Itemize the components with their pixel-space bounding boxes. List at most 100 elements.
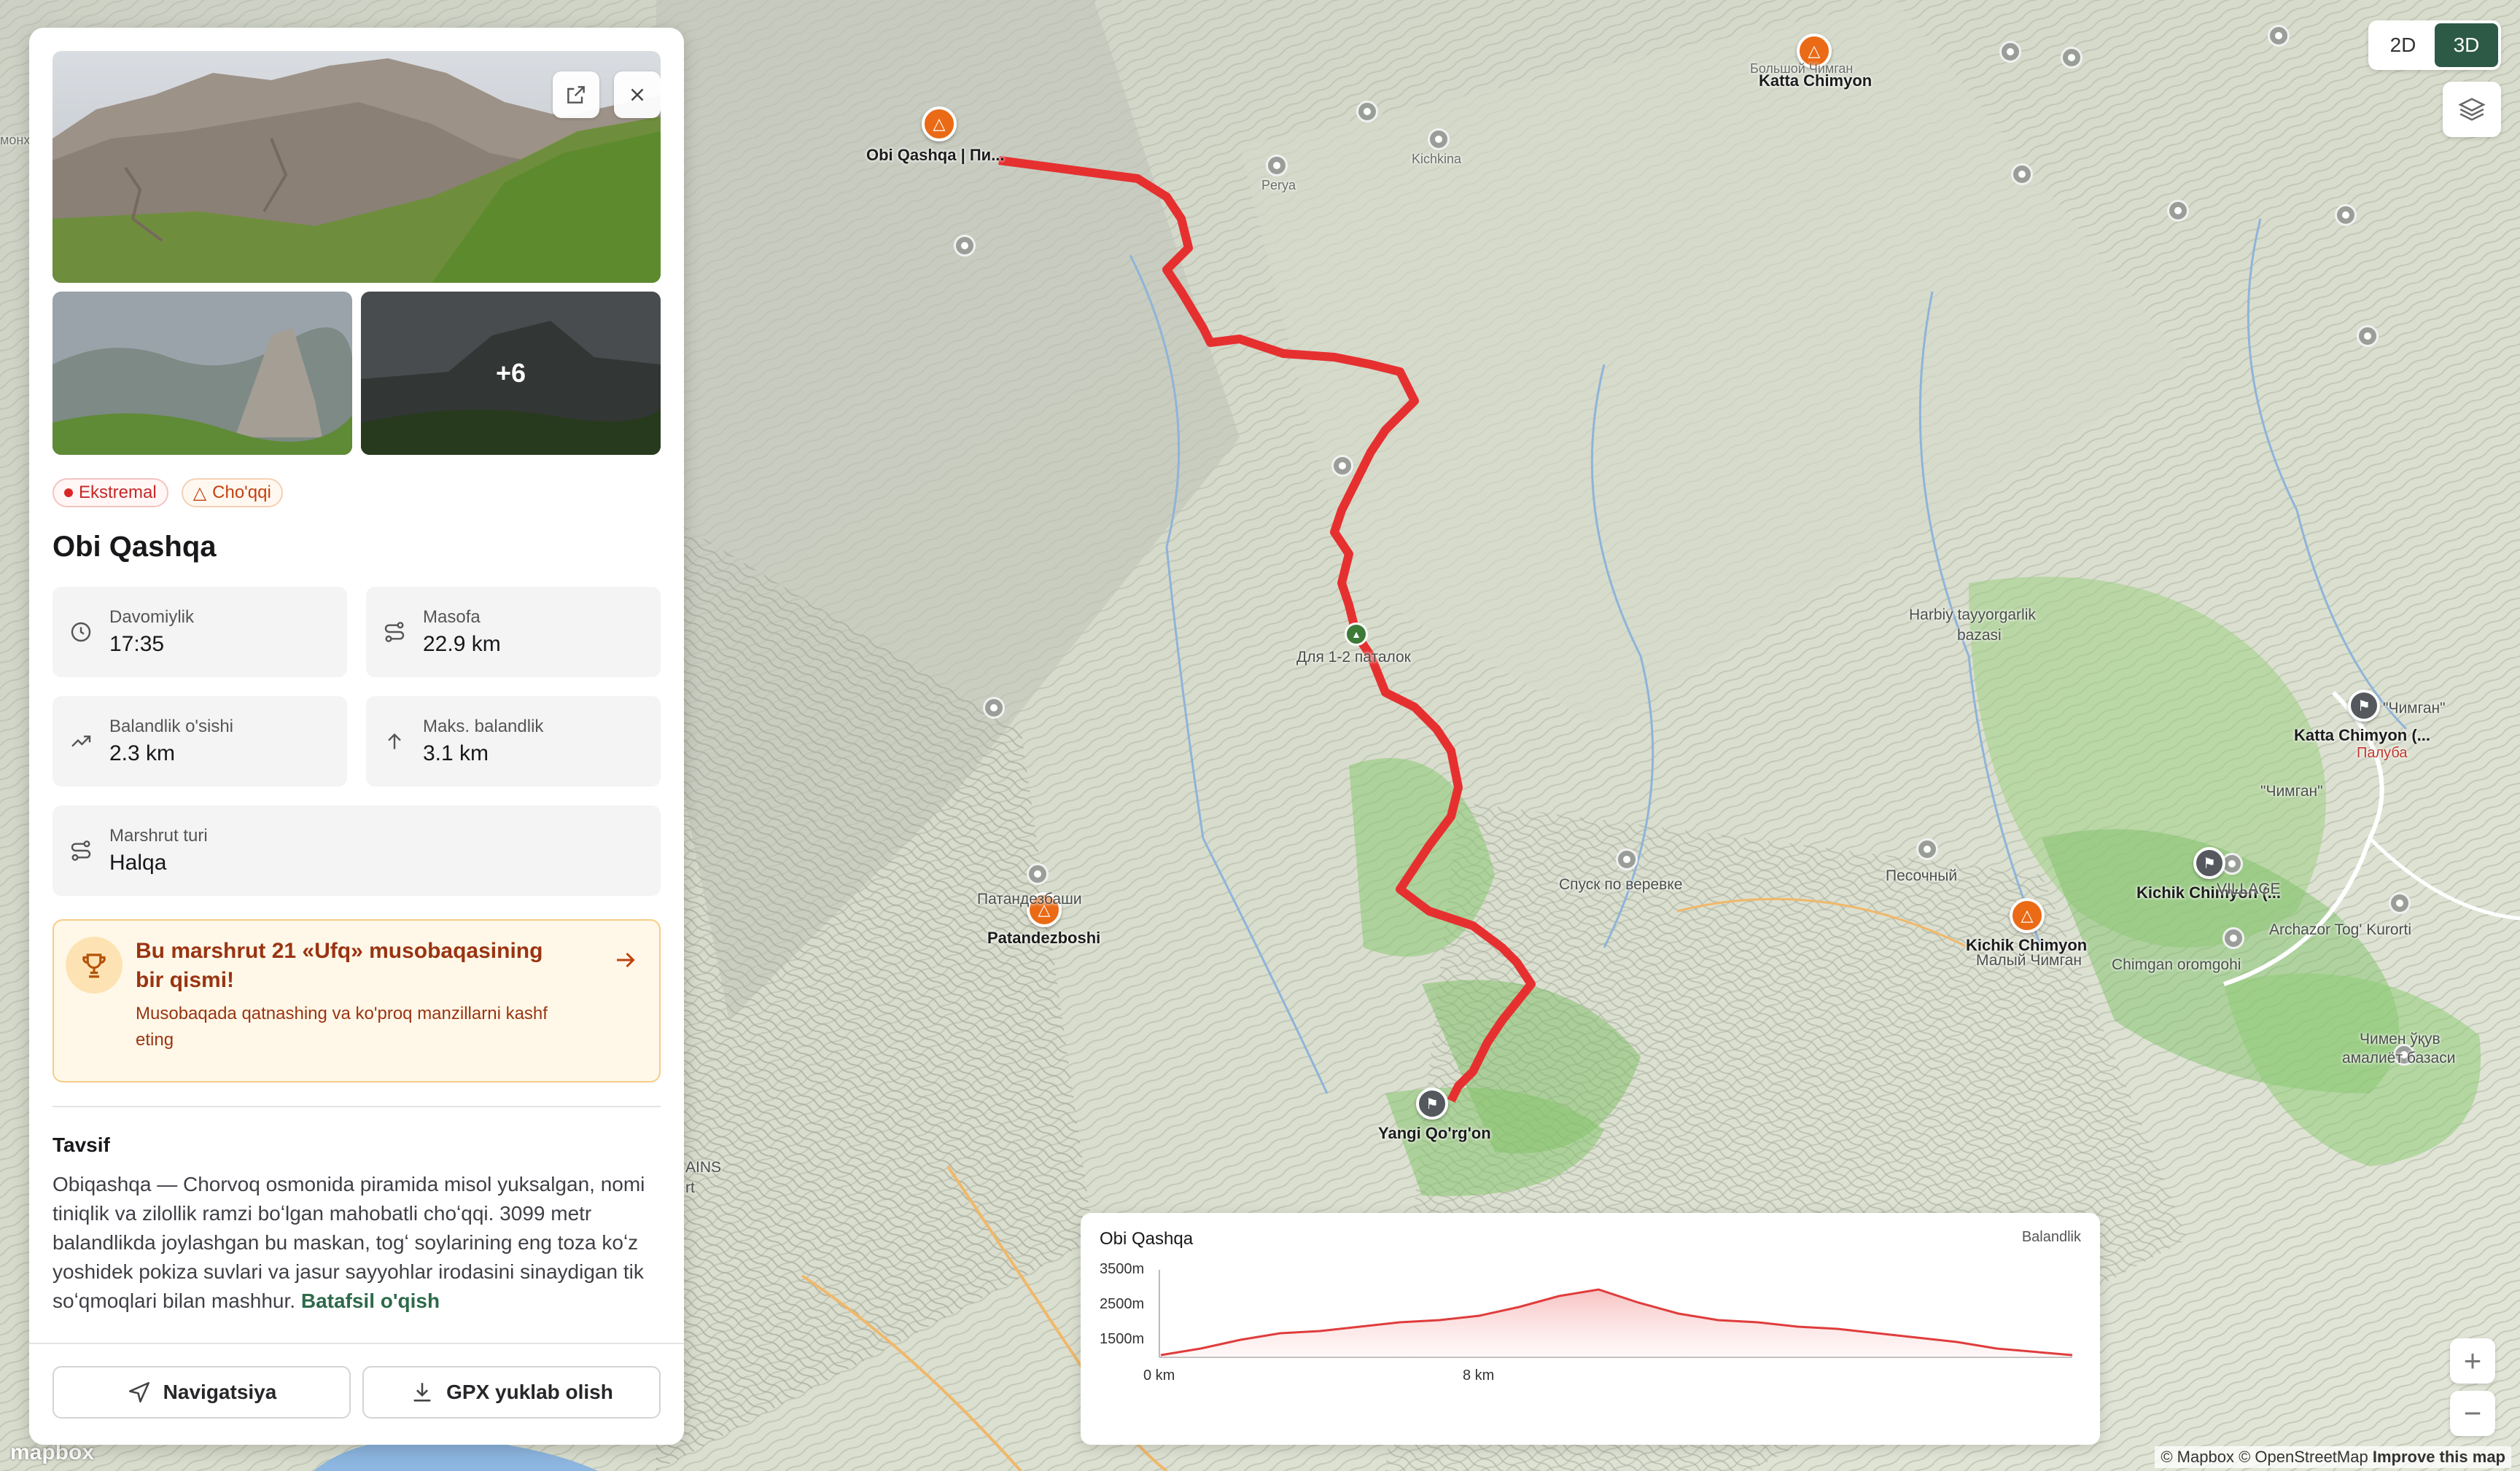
map-label-chimgan-2: "Чимган"	[2260, 783, 2323, 800]
map-poi[interactable]	[983, 697, 1005, 719]
map-poi[interactable]	[1266, 155, 1288, 176]
map-label-monx: монх	[0, 133, 31, 147]
map-attribution: © Mapbox © OpenStreetMap Improve this ma…	[2155, 1446, 2511, 1468]
map-label-paluba: Палуба	[2357, 745, 2408, 761]
map-label-pesochny: Песочный	[1886, 867, 1958, 884]
panel-scroll-area[interactable]: +6 Ekstremal △ Cho'qqi Obi Qashqa Davomi…	[29, 28, 684, 1343]
flag-marker-katta-chimyon[interactable]: ⚑	[2348, 690, 2380, 722]
map-label-archazor: Archazor Tog' Kurorti	[2269, 921, 2412, 938]
map-poi[interactable]	[2061, 47, 2082, 69]
divider	[52, 1106, 661, 1107]
peak-marker-kichik-chimyon[interactable]: △	[2010, 898, 2045, 933]
map-poi[interactable]	[2357, 325, 2379, 347]
map-label-spusk: Спуск по веревке	[1559, 876, 1683, 893]
map-label-katta-chimyon-right: Katta Chimyon (...	[2294, 726, 2431, 744]
category-tag: △ Cho'qqi	[181, 478, 283, 507]
map-poi[interactable]	[2389, 892, 2411, 914]
description-heading: Tavsif	[52, 1134, 110, 1156]
map-poi[interactable]	[1616, 848, 1638, 870]
zoom-in-button[interactable]: +	[2450, 1338, 2495, 1384]
elevation-profile[interactable]: Obi Qashqa Balandlik 3500m 2500m 1500m 0…	[1081, 1213, 2100, 1445]
peak-icon: △	[192, 483, 207, 503]
camp-marker[interactable]: ▲	[1345, 623, 1368, 646]
stat-label: Balandlik o'sishi	[109, 717, 234, 736]
map-label-harbiy-2: bazasi	[1957, 627, 2002, 644]
flag-marker-yangi-qorgon[interactable]: ⚑	[1416, 1088, 1448, 1120]
difficulty-tag-label: Ekstremal	[79, 483, 157, 502]
improve-map-link[interactable]: Improve this map	[2373, 1448, 2505, 1466]
map-label-chimgan: "Чимган"	[2383, 700, 2446, 717]
map-poi[interactable]	[1999, 41, 2021, 63]
map-label-kichkina: Kichkina	[1412, 152, 1462, 166]
map-label-harbiy: Harbiy tayyorgarlik	[1909, 606, 2036, 623]
gpx-download-button[interactable]: GPX yuklab olish	[362, 1366, 661, 1419]
map-label-mountains: AINS	[685, 1159, 722, 1176]
map-label-village: VILLAGE	[2217, 881, 2281, 897]
stat-value: Halqa	[109, 851, 167, 875]
photo-thumb-1[interactable]	[52, 292, 352, 455]
competition-promo[interactable]: Bu marshrut 21 «Ufq» musobaqasining bir …	[52, 919, 661, 1082]
map-poi[interactable]	[1027, 863, 1049, 885]
flag-marker-kichik-chimyon[interactable]: ⚑	[2193, 847, 2225, 879]
stat-label: Davomiylik	[109, 607, 195, 627]
stat-label: Masofa	[423, 607, 481, 627]
map-poi[interactable]	[2268, 25, 2290, 47]
map-poi[interactable]	[2222, 927, 2244, 949]
attribution-osm[interactable]: © OpenStreetMap	[2239, 1448, 2368, 1466]
photo-more-count[interactable]: +6	[361, 292, 661, 455]
stat-route-type: Marshrut turi Halqa	[52, 805, 661, 896]
external-link-icon	[567, 86, 585, 104]
panel-actions: Navigatsiya GPX yuklab olish	[29, 1343, 684, 1445]
map-poi[interactable]	[1916, 838, 1938, 860]
trending-up-icon	[69, 729, 93, 754]
gpx-download-label: GPX yuklab olish	[446, 1381, 613, 1403]
map-poi[interactable]	[954, 235, 976, 257]
map-poi[interactable]	[2335, 204, 2357, 226]
open-external-button[interactable]	[553, 71, 599, 118]
elevation-chart	[1159, 1270, 2073, 1358]
close-button[interactable]	[614, 71, 661, 118]
stat-value: 17:35	[109, 632, 165, 656]
close-icon	[631, 88, 644, 101]
stat-distance: Masofa 22.9 km	[366, 587, 661, 677]
view-mode-toggle: 2D 3D	[2368, 20, 2501, 70]
elevation-area	[1161, 1289, 2072, 1357]
navigate-button[interactable]: Navigatsiya	[52, 1366, 351, 1419]
arrow-up-icon	[382, 729, 407, 754]
map-label-patandezboshi: Patandezboshi	[987, 929, 1101, 947]
map-poi[interactable]	[1428, 128, 1450, 150]
map-label-chimgan-oromgohi: Chimgan oromgohi	[2112, 956, 2241, 973]
zoom-out-button[interactable]: −	[2450, 1391, 2495, 1436]
clock-icon	[69, 620, 93, 644]
peak-marker-obi-qashqa[interactable]: △	[922, 106, 957, 141]
map-poi[interactable]	[2011, 163, 2033, 185]
promo-title: Bu marshrut 21 «Ufq» musobaqasining bir …	[136, 939, 543, 992]
photo-main[interactable]	[52, 51, 661, 283]
category-tag-label: Cho'qqi	[212, 483, 271, 502]
route-stats: Davomiylik 17:35 Masofa 22.9 km Balandlik …	[52, 587, 661, 896]
read-more-link[interactable]: Batafsil o'qish	[301, 1289, 440, 1312]
photo-thumbnails: +6	[52, 292, 661, 455]
navigation-icon	[128, 1381, 149, 1403]
map-label-camp: Для 1-2 паталок	[1296, 649, 1411, 666]
attribution-mapbox[interactable]: © Mapbox	[2161, 1448, 2234, 1466]
map-poi[interactable]	[1356, 101, 1378, 122]
layers-button[interactable]	[2443, 82, 2501, 137]
map-poi[interactable]	[2167, 200, 2189, 222]
route-icon	[69, 838, 93, 863]
photo-thumb-2[interactable]: +6	[361, 292, 661, 455]
map-label-katta-chimyon: Katta Chimyon	[1759, 71, 1872, 90]
mode-3d-button[interactable]: 3D	[2435, 23, 2498, 67]
map-label-patandezboshi-ru: Патандезбаши	[977, 891, 1082, 908]
description-text: Obiqashqa — Chorvoq osmonida piramida mi…	[52, 1170, 661, 1316]
mode-2d-button[interactable]: 2D	[2371, 23, 2435, 67]
stat-value: 2.3 km	[109, 741, 176, 765]
map-label-rt: rt	[685, 1179, 695, 1196]
stat-value: 3.1 km	[423, 741, 489, 765]
map-poi[interactable]	[1331, 455, 1353, 477]
stat-label: Maks. balandlik	[423, 717, 544, 736]
difficulty-dot-icon	[64, 488, 73, 497]
layers-icon	[2458, 98, 2486, 121]
stat-duration: Davomiylik 17:35	[52, 587, 347, 677]
route-icon	[382, 620, 407, 644]
